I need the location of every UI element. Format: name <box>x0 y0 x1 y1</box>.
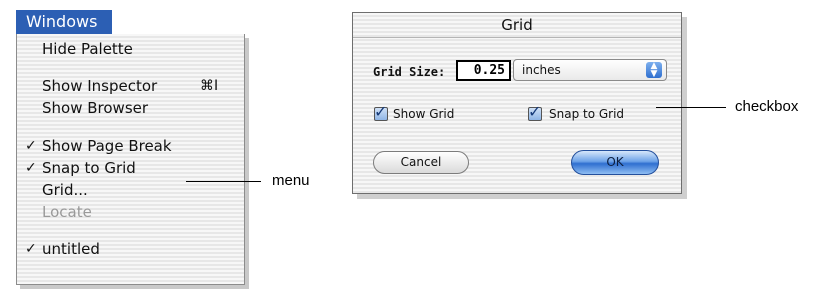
menu-item-label: Locate <box>42 203 92 221</box>
menu-item-snap-to-grid[interactable]: ✓ Snap to Grid <box>17 157 244 179</box>
checkbox-check-icon: ✓ <box>528 102 542 121</box>
checkmark-icon: ✓ <box>25 160 37 176</box>
checkmark-icon: ✓ <box>25 138 37 154</box>
snap-to-grid-checkbox[interactable]: ✓ <box>528 102 542 121</box>
menu-item-locate: Locate <box>17 201 244 223</box>
dialog-title: Grid <box>501 16 533 34</box>
ok-button[interactable]: OK <box>571 150 659 175</box>
menu-item-show-browser[interactable]: Show Browser <box>17 97 244 119</box>
menu-item-show-inspector[interactable]: Show Inspector ⌘I <box>17 75 244 97</box>
menu-item-label: Snap to Grid <box>42 159 136 177</box>
windows-menu-title[interactable]: Windows <box>16 10 112 34</box>
snap-to-grid-label[interactable]: Snap to Grid <box>549 107 624 121</box>
checkbox-callout-line <box>656 107 726 108</box>
menu-item-label: Hide Palette <box>42 40 133 58</box>
menu-item-hide-palette[interactable]: Hide Palette <box>17 38 244 60</box>
menu-item-label: Show Browser <box>42 99 149 117</box>
menu-item-label: untitled <box>42 240 100 258</box>
menu-item-untitled[interactable]: ✓ untitled <box>17 238 244 260</box>
shortcut-label: ⌘I <box>200 78 219 94</box>
menu-item-label: Grid... <box>42 181 88 199</box>
menu-shadow <box>20 285 249 289</box>
units-select-value: inches <box>522 63 561 77</box>
show-grid-checkbox[interactable]: ✓ <box>374 102 388 121</box>
checkmark-icon: ✓ <box>25 241 37 257</box>
windows-menu-panel: Hide Palette Show Inspector ⌘I Show Brow… <box>16 34 245 285</box>
menu-callout-label: menu <box>272 172 310 189</box>
dialog-shadow <box>682 17 687 199</box>
units-select[interactable]: inches ▲ ▼ <box>513 59 667 81</box>
menu-shadow <box>245 38 249 289</box>
checkbox-check-icon: ✓ <box>374 102 388 121</box>
popup-arrows-icon: ▲ ▼ <box>646 62 662 79</box>
show-grid-label[interactable]: Show Grid <box>393 107 454 121</box>
dialog-titlebar[interactable]: Grid <box>353 13 681 38</box>
cancel-button[interactable]: Cancel <box>373 151 469 174</box>
dialog-shadow <box>357 194 687 199</box>
grid-size-input[interactable]: 0.25 <box>456 60 511 81</box>
checkbox-callout-label: checkbox <box>735 98 799 115</box>
menu-item-label: Show Inspector <box>42 77 158 95</box>
menu-callout-line <box>186 181 261 182</box>
menu-item-label: Show Page Break <box>42 137 172 155</box>
menu-item-grid[interactable]: Grid... <box>17 179 244 201</box>
grid-dialog: Grid Grid Size: 0.25 inches ▲ ▼ ✓ Show Gr… <box>352 12 682 194</box>
menu-item-show-page-break[interactable]: ✓ Show Page Break <box>17 135 244 157</box>
grid-size-label: Grid Size: <box>373 65 446 79</box>
